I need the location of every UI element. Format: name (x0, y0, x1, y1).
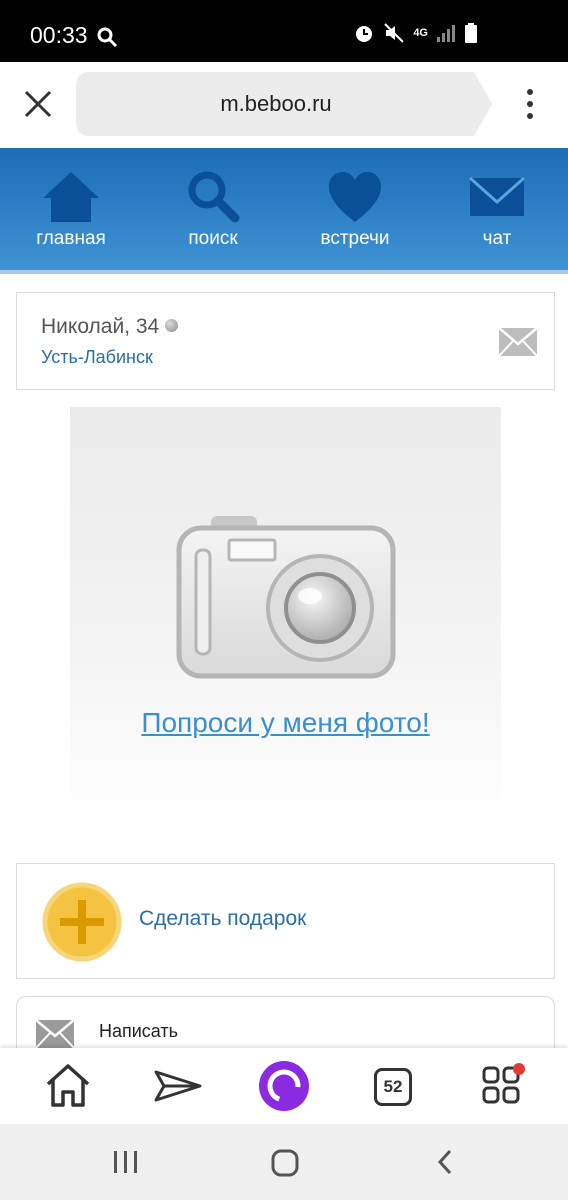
camera-icon (176, 512, 396, 687)
home-button-icon[interactable] (270, 1148, 300, 1183)
nav-label-search: поиск (188, 228, 238, 249)
nav-label-home: главная (36, 228, 106, 249)
network-label: 4G (413, 27, 428, 39)
url-text[interactable]: m.beboo.ru (76, 72, 476, 136)
site-nav: главная поиск встречи чат (0, 148, 568, 274)
battery-icon (464, 22, 478, 44)
close-icon[interactable] (18, 84, 58, 124)
signal-icon (436, 23, 456, 43)
online-status-dot (165, 319, 179, 332)
send-icon[interactable] (152, 1060, 204, 1112)
apps-grid-icon[interactable] (478, 1060, 530, 1112)
nav-label-meetings: встречи (320, 228, 390, 249)
mute-icon (383, 22, 405, 44)
nav-item-meetings[interactable]: встречи (284, 148, 426, 270)
mail-icon[interactable] (498, 327, 538, 362)
tabs-count-button[interactable]: 52 (374, 1068, 412, 1106)
recent-apps-icon[interactable] (112, 1148, 140, 1181)
system-nav-bar (0, 1124, 568, 1200)
alice-assistant-icon[interactable] (258, 1060, 310, 1112)
nav-label-chat: чат (482, 228, 512, 249)
nav-item-home[interactable]: главная (0, 148, 142, 270)
back-icon[interactable] (432, 1148, 460, 1181)
write-message-label[interactable]: Написать (99, 1021, 178, 1042)
search-icon (96, 26, 118, 53)
home-icon (41, 170, 101, 229)
nav-item-chat[interactable]: чат (426, 148, 568, 270)
browser-bar: m.beboo.ru (0, 62, 568, 148)
envelope-icon (468, 170, 526, 225)
gift-card[interactable]: Сделать подарок (16, 863, 555, 979)
status-icons: 4G (353, 22, 478, 44)
search-icon (185, 170, 241, 229)
heart-icon (327, 170, 383, 229)
nav-item-search[interactable]: поиск (142, 148, 284, 270)
more-menu-icon[interactable] (520, 86, 540, 126)
home-icon[interactable] (42, 1060, 94, 1112)
browser-toolbar (0, 1048, 568, 1124)
plus-icon (41, 881, 123, 968)
alarm-icon (353, 22, 375, 44)
profile-city[interactable]: Усть-Лабинск (41, 347, 153, 368)
gift-button-label[interactable]: Сделать подарок (139, 907, 306, 931)
status-time: 00:33 (30, 22, 88, 48)
profile-name: Николай, 34 (41, 315, 160, 338)
photo-placeholder: Попроси у меня фото! (70, 407, 501, 820)
status-bar: 00:33 4G (0, 0, 568, 62)
profile-card: Николай, 34 Усть-Лабинск (16, 292, 555, 390)
request-photo-link[interactable]: Попроси у меня фото! (70, 707, 501, 739)
profile-name-row: Николай, 34 (41, 315, 179, 339)
